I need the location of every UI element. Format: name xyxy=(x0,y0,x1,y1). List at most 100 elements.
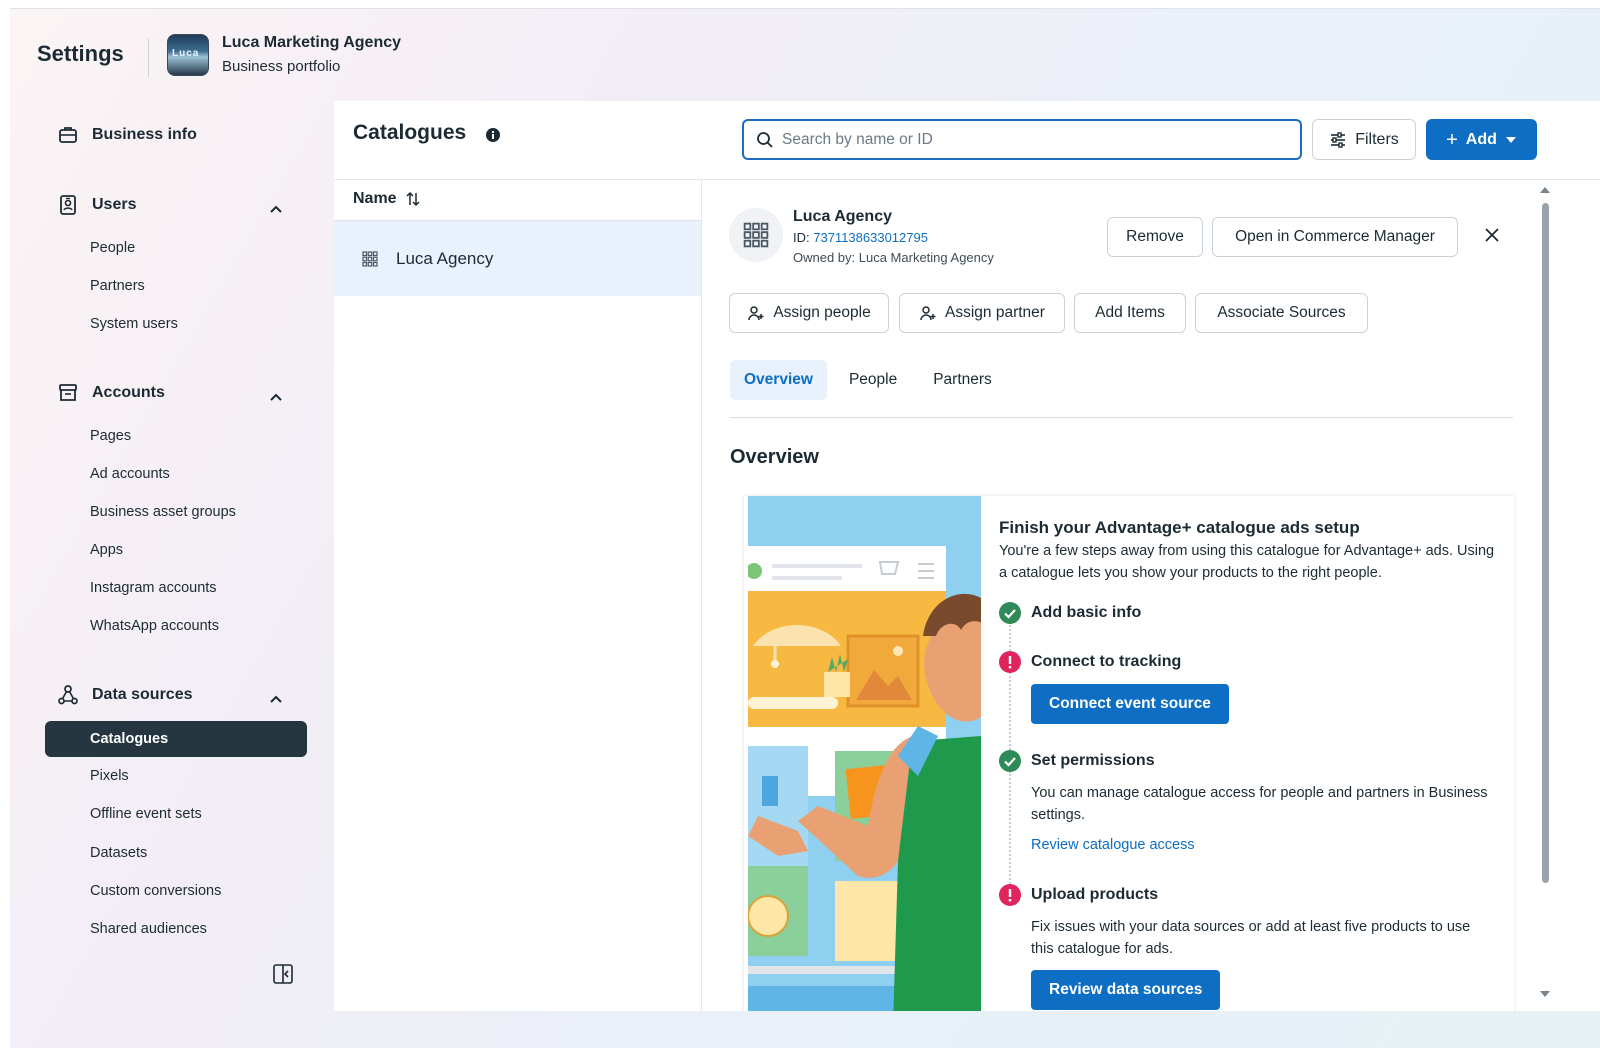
connect-event-source-button[interactable]: Connect event source xyxy=(1031,684,1229,724)
associate-sources-button[interactable]: Associate Sources xyxy=(1195,293,1368,333)
step-description: Fix issues with your data sources or add… xyxy=(1031,919,1471,957)
sidebar-item-instagram-accounts[interactable]: Instagram accounts xyxy=(90,580,217,596)
add-label: Add xyxy=(1465,130,1497,148)
check-circle-icon xyxy=(999,750,1021,772)
assign-people-label: Assign people xyxy=(773,304,871,321)
add-items-button[interactable]: Add Items xyxy=(1074,293,1186,333)
close-icon[interactable] xyxy=(1483,226,1501,244)
list-item[interactable]: Luca Agency xyxy=(334,220,701,296)
check-circle-icon xyxy=(999,602,1021,624)
review-catalogue-access-link[interactable]: Review catalogue access xyxy=(1031,837,1195,853)
app-window: Settings Luca Luca Marketing Agency Busi… xyxy=(10,8,1600,1048)
catalogue-detail: Luca Agency ID: 7371138633012795 Owned b… xyxy=(703,180,1553,1011)
chevron-up-icon[interactable] xyxy=(268,201,284,217)
filters-label: Filters xyxy=(1355,130,1399,148)
catalogue-name: Luca Agency xyxy=(793,208,892,225)
list-item-name: Luca Agency xyxy=(396,248,494,268)
user-badge-icon xyxy=(56,193,80,217)
filter-sliders-icon xyxy=(1331,131,1346,148)
add-button[interactable]: + Add xyxy=(1426,119,1537,160)
scroll-up-arrow[interactable] xyxy=(1540,187,1550,193)
sidebar-item-datasets[interactable]: Datasets xyxy=(90,845,147,861)
sidebar-item-whatsapp-accounts[interactable]: WhatsApp accounts xyxy=(90,618,219,634)
archive-icon xyxy=(56,381,80,405)
top-bar: Settings Luca Luca Marketing Agency Busi… xyxy=(10,9,1600,101)
sidebar-item-system-users[interactable]: System users xyxy=(90,316,178,332)
step-label: Upload products xyxy=(1031,886,1159,903)
filters-button[interactable]: Filters xyxy=(1312,119,1416,160)
sidebar-label-business-info: Business info xyxy=(92,126,197,143)
chevron-up-icon[interactable] xyxy=(268,691,284,707)
step-add-basic-info: Add basic info xyxy=(999,602,1141,624)
sidebar-item-business-info[interactable]: Business info xyxy=(56,123,197,147)
open-commerce-label: Open in Commerce Manager xyxy=(1235,228,1435,245)
search-icon xyxy=(757,131,773,148)
alert-circle-icon xyxy=(999,651,1021,673)
step-label: Set permissions xyxy=(1031,752,1155,769)
sort-icon xyxy=(406,191,420,207)
sidebar-item-custom-conversions[interactable]: Custom conversions xyxy=(90,883,221,899)
sidebar-item-shared-audiences[interactable]: Shared audiences xyxy=(90,921,207,937)
setup-card-title: Finish your Advantage+ catalogue ads set… xyxy=(999,518,1360,537)
page-title: Catalogues xyxy=(353,121,467,144)
sidebar-item-people[interactable]: People xyxy=(90,240,135,256)
scroll-down-arrow[interactable] xyxy=(1540,991,1550,997)
tab-partners[interactable]: Partners xyxy=(919,360,1006,400)
catalogue-list: Name Luca Agency xyxy=(334,180,702,1011)
setup-card-description: You're a few steps away from using this … xyxy=(999,543,1495,581)
catalogue-id-prefix: ID: xyxy=(793,230,814,245)
sidebar-label-accounts: Accounts xyxy=(92,384,165,401)
assign-people-button[interactable]: Assign people xyxy=(729,293,889,333)
catalogue-avatar xyxy=(729,208,783,262)
step-label: Add basic info xyxy=(1031,604,1142,621)
catalogue-id-link[interactable]: 7371138633012795 xyxy=(813,230,928,245)
search-box[interactable] xyxy=(742,119,1302,160)
overview-heading: Overview xyxy=(730,446,819,468)
assign-partner-button[interactable]: Assign partner xyxy=(899,293,1065,333)
sidebar-item-catalogues[interactable]: Catalogues xyxy=(45,721,307,757)
tabs-divider xyxy=(730,417,1513,418)
list-header-label: Name xyxy=(353,190,397,207)
sidebar-section-users[interactable]: Users xyxy=(56,193,136,217)
associate-sources-label: Associate Sources xyxy=(1217,304,1346,321)
chevron-up-icon[interactable] xyxy=(268,389,284,405)
sidebar-item-apps[interactable]: Apps xyxy=(90,542,123,558)
scroll-thumb[interactable] xyxy=(1542,203,1549,883)
search-input[interactable] xyxy=(782,130,1262,149)
detail-tabs: Overview People Partners xyxy=(730,360,1006,400)
portfolio-name[interactable]: Luca Marketing Agency xyxy=(222,34,401,52)
step-set-permissions: Set permissions xyxy=(999,750,1155,772)
sidebar-item-business-asset-groups[interactable]: Business asset groups xyxy=(90,504,236,520)
caret-down-icon xyxy=(1505,136,1516,143)
step-connect-tracking: Connect to tracking xyxy=(999,651,1181,673)
collapse-sidebar-icon[interactable] xyxy=(272,963,294,985)
sidebar-item-partners[interactable]: Partners xyxy=(90,278,145,294)
open-commerce-manager-button[interactable]: Open in Commerce Manager xyxy=(1212,217,1458,257)
header-divider xyxy=(148,39,149,77)
portfolio-logo[interactable]: Luca xyxy=(167,34,209,76)
detail-scrollbar[interactable] xyxy=(1538,183,1552,1003)
plus-icon: + xyxy=(1446,128,1458,151)
sidebar-section-accounts[interactable]: Accounts xyxy=(56,381,165,405)
data-sources-icon xyxy=(56,683,80,707)
page-header-title: Settings xyxy=(37,41,124,66)
alert-circle-icon xyxy=(999,884,1021,906)
sidebar-item-offline-event-sets[interactable]: Offline event sets xyxy=(90,806,202,822)
catalogue-grid-icon xyxy=(743,222,769,248)
remove-button[interactable]: Remove xyxy=(1107,217,1203,257)
portfolio-type: Business portfolio xyxy=(222,58,341,75)
sidebar-item-pixels[interactable]: Pixels xyxy=(90,768,129,784)
tab-overview[interactable]: Overview xyxy=(730,360,827,400)
step-connector xyxy=(1009,672,1011,762)
sidebar-item-pages[interactable]: Pages xyxy=(90,428,131,444)
info-icon[interactable] xyxy=(485,127,501,143)
sidebar-section-data-sources[interactable]: Data sources xyxy=(56,683,193,707)
tab-people[interactable]: People xyxy=(835,360,911,400)
review-data-sources-button[interactable]: Review data sources xyxy=(1031,970,1221,1010)
sort-by-name-header[interactable]: Name xyxy=(353,190,421,208)
portfolio-logo-text: Luca xyxy=(172,48,200,59)
sidebar-label-data-sources: Data sources xyxy=(92,686,193,703)
step-description: You can manage catalogue access for peop… xyxy=(1031,785,1488,823)
main-panel: Catalogues Filters + Add Name xyxy=(334,101,1600,1011)
sidebar-item-ad-accounts[interactable]: Ad accounts xyxy=(90,466,170,482)
